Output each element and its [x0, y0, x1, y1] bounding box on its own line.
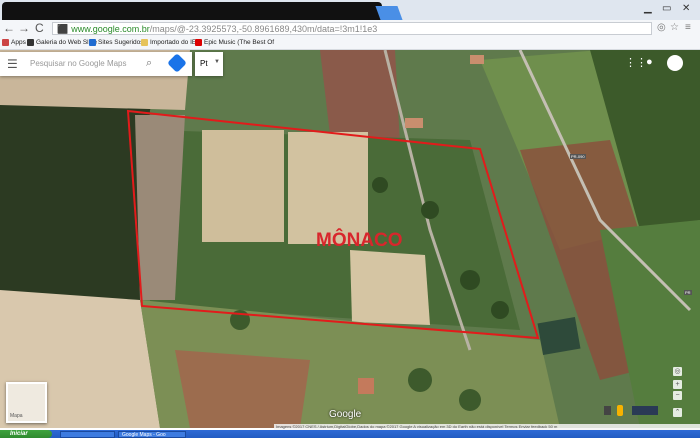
browser-tabbar: ▁ ▭ ✕	[0, 0, 700, 20]
browser-tab[interactable]	[2, 2, 382, 20]
bookmark-galeria[interactable]: Galeria do Web Slice	[27, 39, 97, 46]
star-icon[interactable]: ☆	[670, 22, 679, 33]
maps-search-box[interactable]: ☰ Pesquisar no Google Maps ⌕	[0, 52, 192, 76]
bookmark-epic-music[interactable]: Epic Music (The Best Of	[195, 39, 274, 46]
road-label: PR	[684, 290, 692, 295]
google-logo: Google	[329, 409, 362, 420]
search-icon[interactable]: ⌕	[146, 57, 152, 70]
imagery-thumbnails[interactable]	[632, 406, 658, 415]
lock-icon: ⬛	[57, 24, 69, 34]
map-type-toggle[interactable]: Mapa	[6, 382, 47, 423]
chrome-menu-icon[interactable]: ≡	[685, 22, 691, 33]
bookmark-apps[interactable]: Apps	[2, 39, 26, 46]
url-field[interactable]: ⬛ www.google.com.br/maps/@-23.3925573,-50…	[52, 22, 652, 35]
road-label: PR-090	[570, 154, 586, 159]
bookmark-sites-sugeridos[interactable]: Sites Sugeridos	[89, 39, 144, 46]
taskbar-item[interactable]	[60, 431, 115, 438]
zoom-out-button[interactable]: −	[673, 391, 682, 400]
bookmarks-bar: Apps Galeria do Web Slice Sites Sugerido…	[0, 37, 700, 50]
zoom-in-button[interactable]: +	[673, 380, 682, 389]
apps-icon	[2, 39, 9, 46]
maximize-icon[interactable]: ▭	[662, 3, 671, 14]
language-value: Pt	[200, 59, 208, 68]
tilt-icon[interactable]: ⌃	[673, 408, 682, 417]
search-input[interactable]: Pesquisar no Google Maps	[30, 59, 127, 68]
chevron-down-icon: ▼	[214, 59, 220, 65]
reload-button[interactable]: C	[35, 21, 44, 35]
address-bar: ← → C ⬛ www.google.com.br/maps/@-23.39255…	[0, 20, 700, 38]
directions-icon[interactable]	[167, 53, 187, 73]
avatar[interactable]	[667, 55, 683, 71]
forward-button[interactable]: →	[18, 21, 30, 35]
start-button[interactable]: Iniciar	[0, 430, 52, 438]
taskbar-item[interactable]: Google Maps - Goo	[118, 431, 186, 438]
url-path: /maps/@-23.3925573,-50.8961689,430m/data…	[149, 24, 378, 34]
new-tab-button[interactable]	[375, 6, 403, 20]
my-location-icon[interactable]: ◎	[673, 367, 682, 376]
close-icon[interactable]: ✕	[682, 3, 690, 14]
minimize-icon[interactable]: ▁	[644, 3, 652, 14]
hamburger-menu-icon[interactable]: ☰	[7, 57, 18, 71]
notifications-icon[interactable]: ●	[646, 56, 653, 68]
back-button[interactable]: ←	[3, 21, 15, 35]
satellite-map[interactable]: MÔNACO PR-090 PR	[0, 50, 700, 428]
pegman-icon[interactable]	[617, 405, 623, 416]
web-slice-icon	[27, 39, 34, 46]
apps-grid-icon[interactable]: ⋮⋮	[625, 56, 647, 69]
location-icon[interactable]: ◎	[657, 22, 666, 33]
url-host: www.google.com.br	[71, 24, 150, 34]
folder-icon	[141, 39, 148, 46]
overlay-watermark: MÔNACO	[316, 230, 403, 251]
street-view-icon[interactable]	[604, 406, 611, 415]
language-select[interactable]: Pt ▼	[195, 52, 223, 76]
map-type-label: Mapa	[10, 413, 23, 419]
bookmark-importado-ie[interactable]: Importado do IE	[141, 39, 196, 46]
youtube-icon	[195, 39, 202, 46]
suggested-sites-icon	[89, 39, 96, 46]
